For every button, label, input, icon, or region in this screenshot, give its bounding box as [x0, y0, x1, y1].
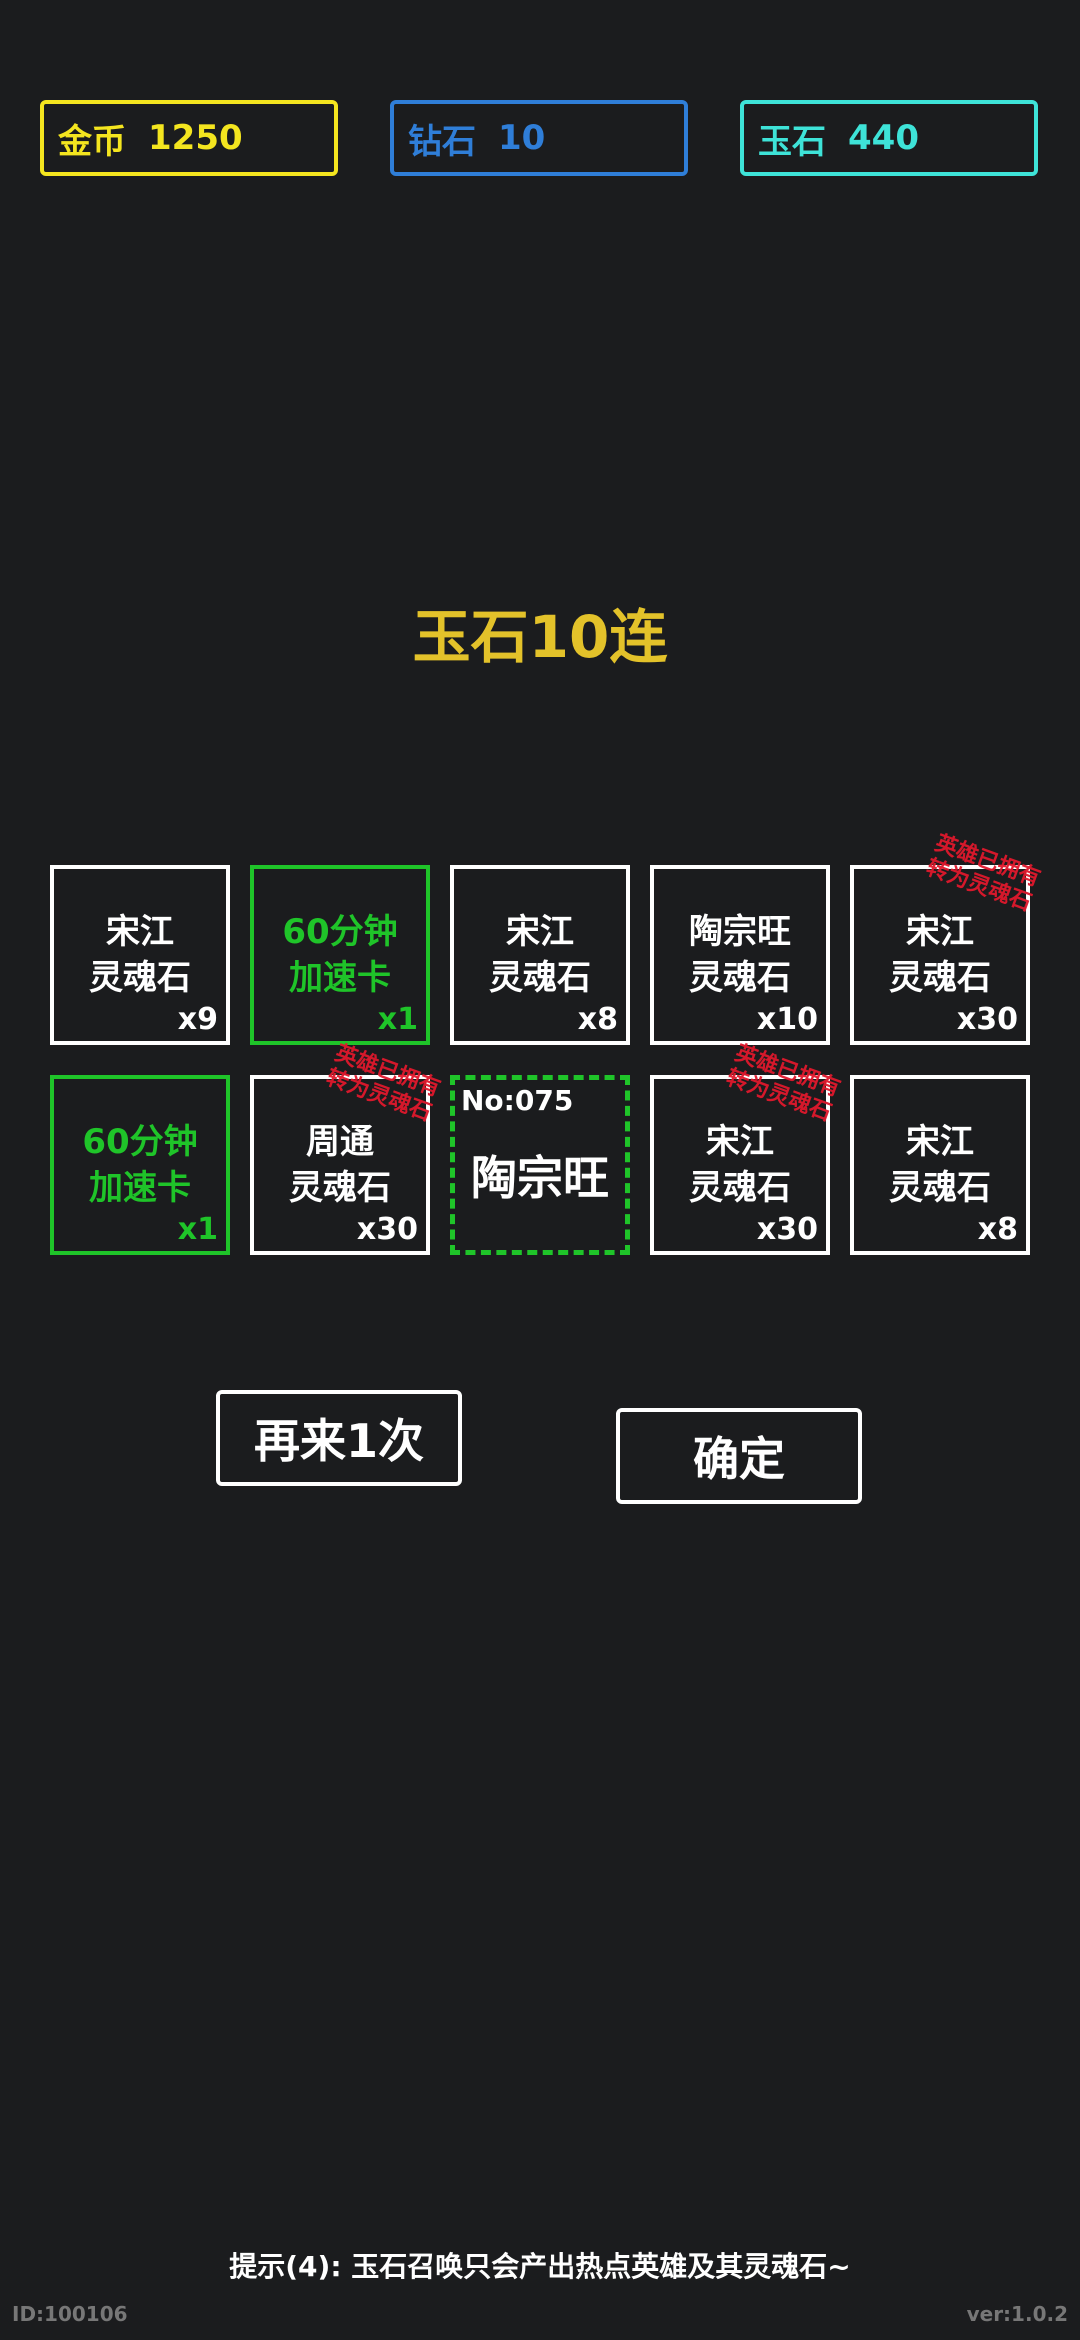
jade-value: 440	[848, 118, 919, 158]
gold-counter: 金币 1250	[40, 100, 338, 176]
item-name: 60分钟	[82, 1122, 198, 1162]
item-type: 灵魂石	[289, 1168, 391, 1208]
hero-number: No:075	[461, 1084, 574, 1117]
summon-again-button[interactable]: 再来1次	[216, 1390, 462, 1486]
item-count: x1	[177, 1212, 218, 1247]
reward-item-6: 60分钟 加速卡 x1	[50, 1075, 230, 1255]
item-type: 灵魂石	[89, 958, 191, 998]
reward-item-1: 宋江 灵魂石 x9	[50, 865, 230, 1045]
reward-item-4: 陶宗旺 灵魂石 x10	[650, 865, 830, 1045]
item-name: 周通	[306, 1122, 374, 1162]
summon-result-screen: 金币 1250 钻石 10 玉石 440 玉石10连 宋江 灵魂石 x9 60分…	[0, 0, 1080, 2340]
item-type: 加速卡	[89, 1168, 191, 1208]
tip-text: 提示(4): 玉石召唤只会产出热点英雄及其灵魂石~	[229, 2250, 851, 2283]
diamond-counter: 钻石 10	[390, 100, 688, 176]
jade-counter: 玉石 440	[740, 100, 1038, 176]
diamond-label: 钻石	[408, 121, 476, 162]
item-count: x8	[577, 1002, 618, 1037]
user-id: ID:100106	[12, 2302, 128, 2326]
item-count: x8	[977, 1212, 1018, 1247]
item-count: x30	[356, 1212, 418, 1247]
item-type: 灵魂石	[689, 1168, 791, 1208]
item-name: 宋江	[906, 912, 974, 952]
confirm-button[interactable]: 确定	[616, 1408, 862, 1504]
reward-item-10: 宋江 灵魂石 x8	[850, 1075, 1030, 1255]
item-count: x10	[756, 1002, 818, 1037]
item-type: 灵魂石	[489, 958, 591, 998]
item-type: 加速卡	[289, 958, 391, 998]
reward-item-8-new-hero: No:075 陶宗旺	[450, 1075, 630, 1255]
item-name: 宋江	[906, 1122, 974, 1162]
version-label: ver:1.0.2	[966, 2302, 1068, 2326]
item-name: 宋江	[106, 912, 174, 952]
diamond-value: 10	[498, 118, 546, 158]
item-name: 60分钟	[282, 912, 398, 952]
hero-name: 陶宗旺	[471, 1151, 609, 1205]
gold-label: 金币	[58, 121, 126, 162]
reward-item-2: 60分钟 加速卡 x1	[250, 865, 430, 1045]
reward-item-3: 宋江 灵魂石 x8	[450, 865, 630, 1045]
item-name: 宋江	[706, 1122, 774, 1162]
item-count: x30	[956, 1002, 1018, 1037]
item-type: 灵魂石	[889, 1168, 991, 1208]
item-name: 陶宗旺	[689, 912, 791, 952]
item-count: x30	[756, 1212, 818, 1247]
jade-label: 玉石	[758, 121, 826, 162]
item-name: 宋江	[506, 912, 574, 952]
item-type: 灵魂石	[889, 958, 991, 998]
item-count: x1	[377, 1002, 418, 1037]
gold-value: 1250	[148, 118, 243, 158]
item-count: x9	[177, 1002, 218, 1037]
item-type: 灵魂石	[689, 958, 791, 998]
page-title: 玉石10连	[412, 603, 668, 671]
